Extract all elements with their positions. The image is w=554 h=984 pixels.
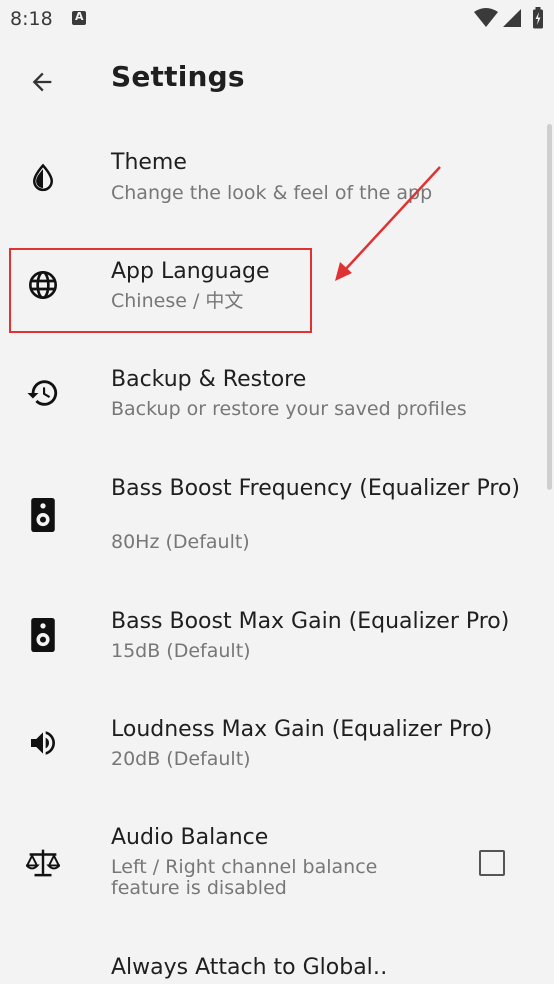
- arrow-back-icon: [32, 72, 52, 92]
- setting-backup-restore[interactable]: Backup & Restore Backup or restore your …: [0, 356, 554, 452]
- setting-title: Loudness Max Gain (Equalizer Pro): [111, 717, 493, 742]
- setting-subtitle: 20dB (Default): [111, 748, 251, 770]
- setting-title: Backup & Restore: [111, 367, 307, 392]
- balance-icon: [24, 844, 62, 882]
- battery-icon: [533, 7, 543, 29]
- app-bar: Settings: [0, 40, 554, 120]
- speaker-icon: [24, 616, 62, 654]
- volume-icon: [24, 724, 62, 762]
- setting-title: Bass Boost Max Gain (Equalizer Pro): [111, 609, 510, 634]
- setting-title: Theme: [111, 150, 187, 175]
- setting-title: Always Attach to Global‥: [111, 955, 388, 980]
- setting-loudness-max-gain[interactable]: Loudness Max Gain (Equalizer Pro) 20dB (…: [0, 706, 554, 802]
- speaker-icon: [24, 496, 62, 534]
- status-time: 8:18: [10, 8, 53, 30]
- restore-icon: [24, 374, 62, 412]
- setting-bass-boost-max-gain[interactable]: Bass Boost Max Gain (Equalizer Pro) 15dB…: [0, 598, 554, 694]
- setting-audio-balance[interactable]: Audio Balance Left / Right channel balan…: [0, 814, 554, 924]
- annotation-highlight-box: [9, 248, 312, 333]
- setting-subtitle: 80Hz (Default): [111, 531, 250, 553]
- setting-subtitle: Left / Right channel balance feature is …: [111, 856, 378, 899]
- setting-subtitle: Backup or restore your saved profiles: [111, 398, 467, 420]
- status-bar: 8:18: [0, 0, 554, 38]
- setting-theme[interactable]: Theme Change the look & feel of the app: [0, 140, 554, 236]
- setting-title: Bass Boost Frequency (Equalizer Pro): [111, 476, 520, 501]
- signal-icon: [503, 9, 521, 27]
- setting-subtitle: Change the look & feel of the app: [111, 182, 433, 204]
- theme-icon: [24, 159, 62, 197]
- wifi-icon: [474, 8, 498, 27]
- setting-subtitle: 15dB (Default): [111, 640, 251, 662]
- back-button[interactable]: [22, 62, 62, 102]
- audio-balance-checkbox[interactable]: [479, 850, 505, 876]
- page-title: Settings: [111, 60, 245, 93]
- notification-icon: [72, 10, 86, 25]
- setting-always-attach[interactable]: Always Attach to Global‥: [0, 944, 554, 984]
- setting-bass-boost-frequency[interactable]: Bass Boost Frequency (Equalizer Pro) 80H…: [0, 464, 554, 578]
- setting-title: Audio Balance: [111, 825, 269, 850]
